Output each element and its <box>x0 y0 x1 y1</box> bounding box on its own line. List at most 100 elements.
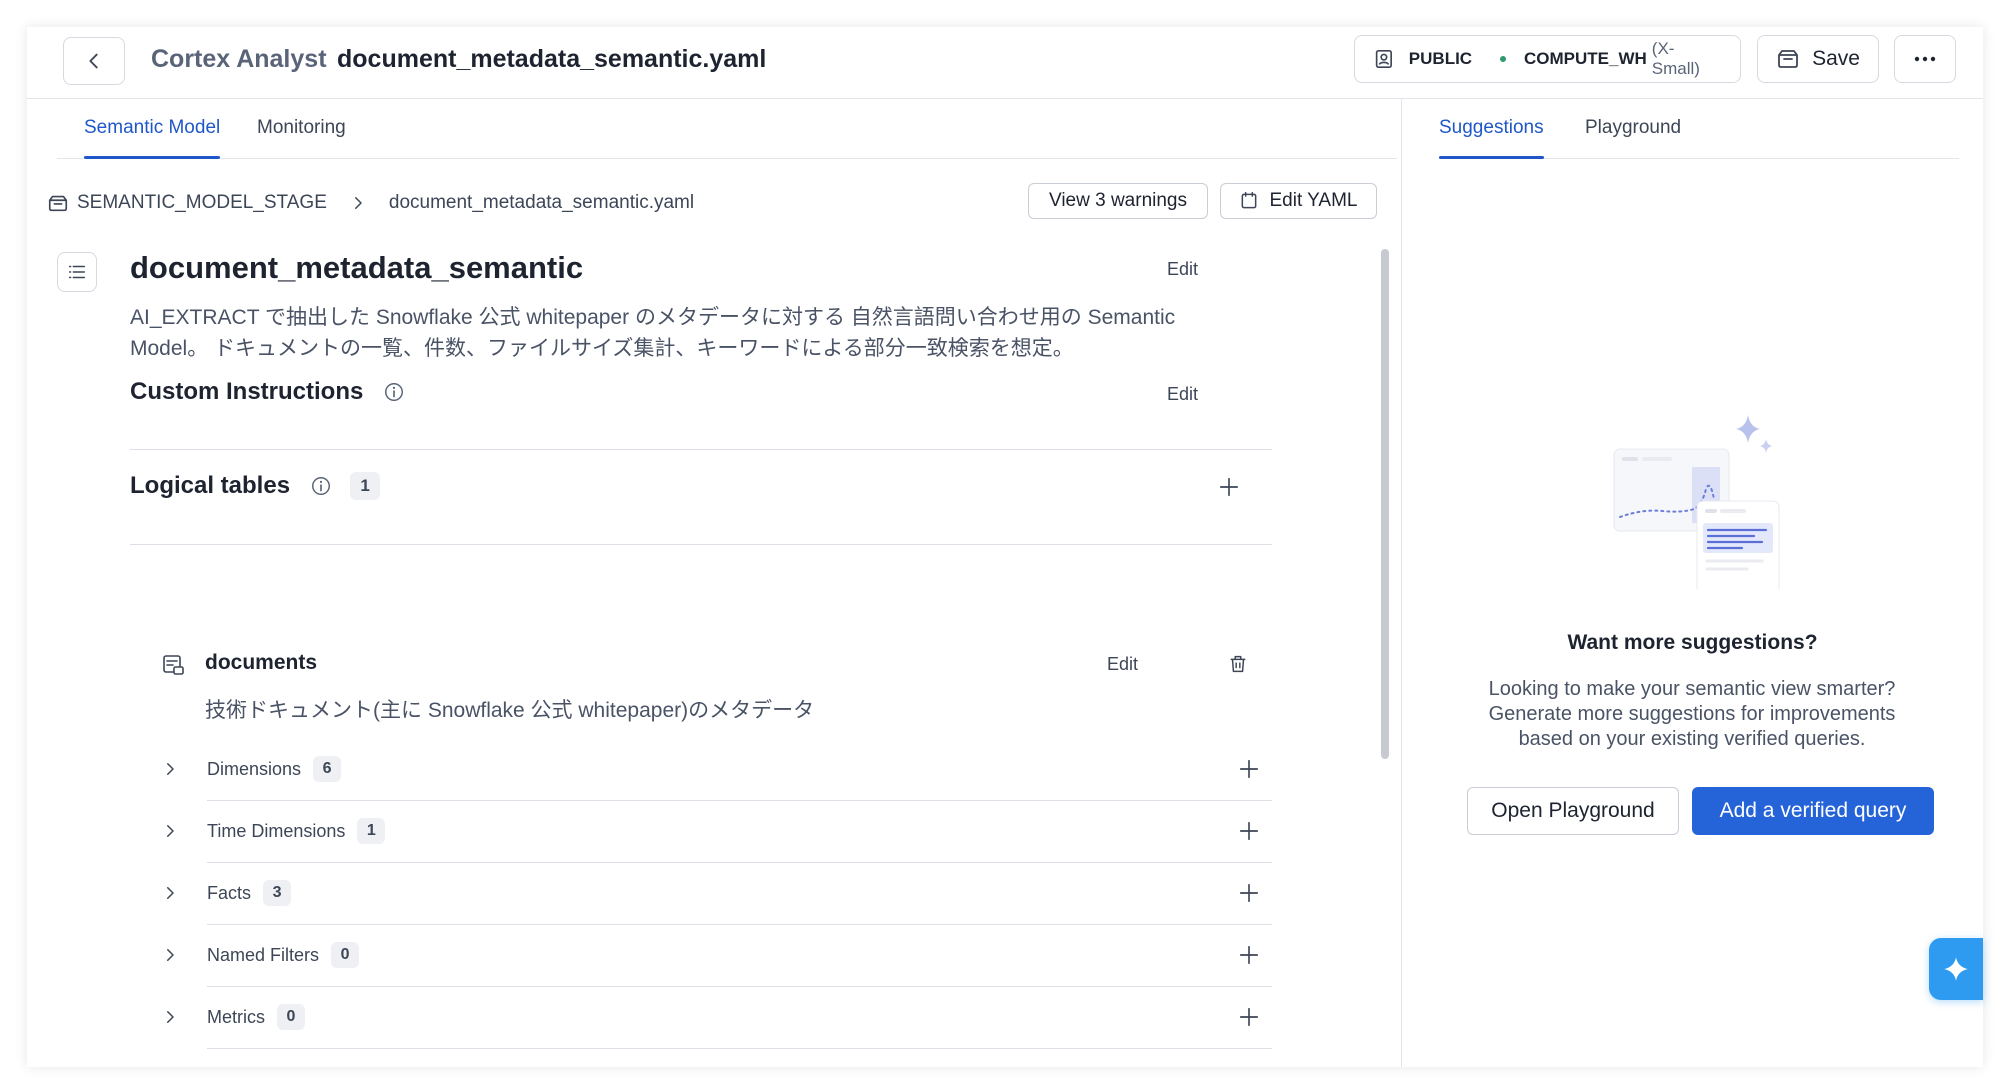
metrics-row[interactable]: Metrics 0 <box>161 987 1272 1049</box>
breadcrumb-file: document_metadata_semantic.yaml <box>388 192 695 213</box>
view-warnings-button[interactable]: View 3 warnings <box>1028 183 1208 219</box>
suggestions-description: Looking to make your semantic view smart… <box>1457 677 1927 752</box>
right-tab-bar: Suggestions Playground <box>1439 99 1959 159</box>
semantic-model-pane: Semantic Model Monitoring SEMANTIC_MODEL… <box>27 99 1401 1067</box>
edit-yaml-button[interactable]: Edit YAML <box>1220 183 1377 219</box>
group-label: Facts 3 <box>207 880 292 906</box>
breadcrumb-stage[interactable]: SEMANTIC_MODEL_STAGE <box>77 192 327 214</box>
context-selector[interactable]: PUBLIC COMPUTE_WH (X-Small) <box>1354 35 1741 83</box>
group-name: Named Filters <box>207 944 320 965</box>
ai-assistant-button[interactable] <box>1929 938 1983 1000</box>
logical-table-description: 技術ドキュメント(主に Snowflake 公式 whitepaper)のメタデ… <box>205 699 815 722</box>
role-label: PUBLIC <box>1408 49 1473 68</box>
logical-tables-header: Logical tables 1 <box>130 472 381 500</box>
status-dot <box>1500 56 1507 62</box>
add-metric-icon[interactable] <box>1238 1006 1260 1028</box>
row-divider <box>207 1048 1272 1049</box>
breadcrumb: SEMANTIC_MODEL_STAGE document_metadata_s… <box>47 183 694 223</box>
info-icon[interactable] <box>310 475 332 497</box>
warehouse-size: (X-Small) <box>1651 39 1700 78</box>
tab-suggestions[interactable]: Suggestions <box>1439 117 1544 159</box>
dimensions-row[interactable]: Dimensions 6 <box>161 739 1272 801</box>
open-playground-button[interactable]: Open Playground <box>1467 787 1679 835</box>
chevron-right-icon[interactable] <box>161 884 179 902</box>
suggestions-line-1: Looking to make your semantic view smart… <box>1488 678 1896 700</box>
suggestions-line-2: Generate more suggestions for improvemen… <box>1488 703 1896 725</box>
list-icon <box>68 265 86 279</box>
model-content: document_metadata_semantic Edit AI_EXTRA… <box>27 234 1401 1067</box>
vertical-scrollbar[interactable] <box>1381 249 1389 759</box>
save-button[interactable]: Save <box>1757 35 1879 83</box>
edit-yaml-icon <box>1242 191 1257 209</box>
tab-playground[interactable]: Playground <box>1585 117 1681 139</box>
file-title: document_metadata_semantic.yaml <box>337 45 767 73</box>
logical-tables-count: 1 <box>350 472 381 500</box>
add-time-dimension-icon[interactable] <box>1238 820 1260 842</box>
table-icon <box>163 655 184 675</box>
model-description-line-1: AI_EXTRACT で抽出した Snowflake 公式 whitepaper… <box>130 306 1176 329</box>
group-count: 0 <box>331 942 360 968</box>
info-icon[interactable] <box>383 381 405 403</box>
top-header: Cortex Analyst document_metadata_semanti… <box>27 27 1983 99</box>
section-divider <box>130 544 1272 545</box>
time-dimensions-row[interactable]: Time Dimensions 1 <box>161 801 1272 863</box>
group-label: Named Filters 0 <box>207 942 360 968</box>
back-button[interactable] <box>63 37 125 85</box>
suggestions-title: Want more suggestions? <box>1567 631 1818 654</box>
add-verified-query-button[interactable]: Add a verified query <box>1692 787 1934 835</box>
chevron-right-icon[interactable] <box>161 946 179 964</box>
add-named-filter-icon[interactable] <box>1238 944 1260 966</box>
chevron-right-icon <box>354 197 362 209</box>
group-label: Metrics 0 <box>207 1004 305 1030</box>
group-name: Metrics <box>207 1006 265 1027</box>
chevron-right-icon[interactable] <box>161 822 179 840</box>
add-dimension-icon[interactable] <box>1238 758 1260 780</box>
logical-table-name: documents <box>205 651 318 674</box>
edit-table-button[interactable]: Edit <box>1107 654 1138 675</box>
edit-yaml-label: Edit YAML <box>1269 190 1358 211</box>
edit-custom-instructions-button[interactable]: Edit <box>1167 384 1198 405</box>
facts-row[interactable]: Facts 3 <box>161 863 1272 925</box>
tab-monitoring[interactable]: Monitoring <box>257 117 346 139</box>
group-name: Dimensions <box>207 758 302 779</box>
left-tab-bar: Semantic Model Monitoring <box>57 99 1397 159</box>
edit-model-button[interactable]: Edit <box>1167 259 1198 280</box>
add-fact-icon[interactable] <box>1238 882 1260 904</box>
group-count: 6 <box>313 756 342 782</box>
save-label: Save <box>1812 47 1860 70</box>
role-icon <box>1375 50 1392 68</box>
group-name: Facts <box>207 882 252 903</box>
chevron-right-icon[interactable] <box>161 1008 179 1026</box>
more-horizontal-icon <box>1914 56 1936 62</box>
group-label: Dimensions 6 <box>207 756 342 782</box>
suggestions-illustration-icon <box>1613 415 1780 589</box>
app-name: Cortex Analyst <box>151 45 327 73</box>
named-filters-row[interactable]: Named Filters 0 <box>161 925 1272 987</box>
sparkle-icon <box>1944 957 1968 981</box>
model-description-line-2: Model。 ドキュメントの一覧、件数、ファイルサイズ集計、キーワードによる部分… <box>130 337 1074 360</box>
logical-tables-title: Logical tables <box>130 472 291 499</box>
outline-toggle-button[interactable] <box>57 252 97 292</box>
model-name: document_metadata_semantic <box>130 250 584 285</box>
chevron-right-icon[interactable] <box>161 760 179 778</box>
group-count: 0 <box>277 1004 305 1030</box>
save-icon <box>1778 50 1798 68</box>
group-name: Time Dimensions <box>207 820 346 841</box>
warehouse-label: COMPUTE_WH <box>1524 49 1647 68</box>
model-description: AI_EXTRACT で抽出した Snowflake 公式 whitepaper… <box>130 302 1250 364</box>
trash-icon[interactable] <box>1227 653 1249 675</box>
suggestions-pane: Suggestions Playground Want more suggest… <box>1402 99 1983 1067</box>
stage-icon <box>48 195 68 212</box>
group-count: 3 <box>263 880 292 906</box>
group-label: Time Dimensions 1 <box>207 818 386 844</box>
add-logical-table-icon[interactable] <box>1218 476 1240 498</box>
suggestions-line-3: based on your existing verified queries. <box>1518 728 1866 750</box>
chevron-left-icon <box>89 53 98 69</box>
section-divider <box>130 449 1272 450</box>
more-options-button[interactable] <box>1894 35 1956 83</box>
tab-semantic-model[interactable]: Semantic Model <box>84 117 221 159</box>
group-count: 1 <box>357 818 386 844</box>
custom-instructions-header: Custom Instructions <box>130 378 405 406</box>
app-window: Cortex Analyst document_metadata_semanti… <box>27 27 1983 1067</box>
custom-instructions-title: Custom Instructions <box>130 378 364 405</box>
